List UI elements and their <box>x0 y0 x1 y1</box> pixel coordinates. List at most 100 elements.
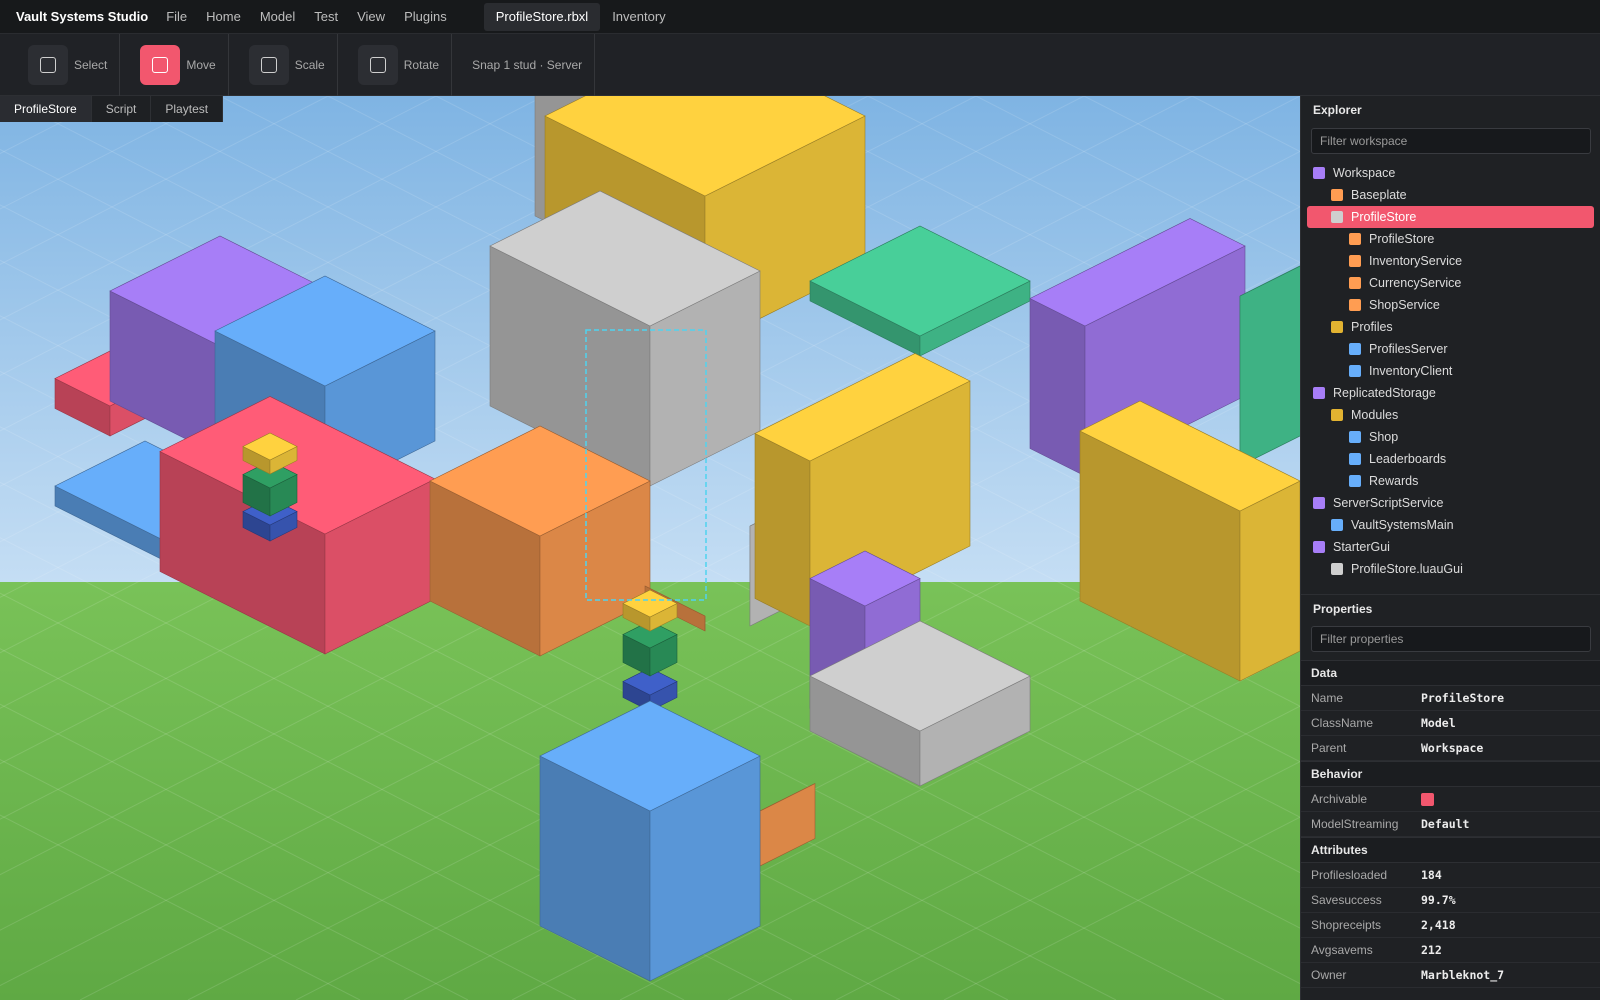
explorer-item[interactable]: Leaderboards <box>1307 448 1594 470</box>
explorer-item-label: ProfileStore.luauGui <box>1351 562 1463 576</box>
property-section-header[interactable]: Data <box>1301 660 1600 686</box>
scene-block[interactable] <box>539 700 761 982</box>
explorer-item-label: Modules <box>1351 408 1399 422</box>
property-row: Savesuccess 99.7% <box>1301 888 1600 913</box>
explorer-item[interactable]: ProfileStore <box>1307 206 1594 228</box>
property-value[interactable]: 212 <box>1421 943 1442 957</box>
properties-filter-input[interactable] <box>1311 626 1591 652</box>
property-section-header[interactable]: Attributes <box>1301 837 1600 863</box>
property-key: Parent <box>1311 741 1347 755</box>
explorer-item-label: Workspace <box>1333 166 1396 180</box>
square-icon <box>152 56 169 73</box>
explorer-item-label: StarterGui <box>1333 540 1390 554</box>
scale-tool-button[interactable] <box>248 44 289 85</box>
instance-icon <box>1331 519 1343 531</box>
property-row: Parent Workspace <box>1301 736 1600 761</box>
property-row: Avgsavems 212 <box>1301 938 1600 963</box>
explorer-item[interactable]: ReplicatedStorage <box>1307 382 1594 404</box>
explorer-item-label: ProfileStore <box>1351 210 1417 224</box>
tool-label: Scale <box>294 57 325 72</box>
tool-label: Rotate <box>403 57 440 72</box>
explorer-item[interactable]: Workspace <box>1307 162 1594 184</box>
archivable-checkbox[interactable] <box>1421 792 1434 806</box>
doc-tab-profilestore[interactable]: ProfileStore.rbxl <box>483 2 601 31</box>
instance-icon <box>1331 563 1343 575</box>
explorer-item-label: Leaderboards <box>1369 452 1447 466</box>
property-value[interactable]: 184 <box>1421 868 1442 882</box>
select-tool-button[interactable] <box>28 44 68 85</box>
move-tool-button[interactable] <box>140 44 181 85</box>
explorer-item-label: InventoryClient <box>1369 364 1453 378</box>
menu-view[interactable]: View <box>357 9 385 24</box>
explorer-item[interactable]: StarterGui <box>1307 536 1594 558</box>
instance-icon <box>1349 277 1361 289</box>
viewport[interactable]: ProfileStore Script Playtest <box>0 96 1300 1000</box>
explorer-item[interactable]: ShopService <box>1307 294 1594 316</box>
menu-model[interactable]: Model <box>260 9 295 24</box>
rotate-tool-button[interactable] <box>357 44 398 85</box>
property-key: ModelStreaming <box>1311 817 1399 831</box>
instance-icon <box>1331 211 1343 223</box>
tab-playtest[interactable]: Playtest <box>151 96 224 122</box>
menu-file[interactable]: File <box>166 9 187 24</box>
menu-home[interactable]: Home <box>206 9 241 24</box>
property-row: Owner Marbleknot_7 <box>1301 963 1600 988</box>
property-key: ClassName <box>1311 716 1374 730</box>
explorer-item-label: Shop <box>1369 430 1399 444</box>
property-key: Owner <box>1311 968 1347 982</box>
explorer-item-label: ProfileStore <box>1369 232 1435 246</box>
explorer-item[interactable]: InventoryService <box>1307 250 1594 272</box>
explorer-item[interactable]: ServerScriptService <box>1307 492 1594 514</box>
explorer-item-label: ReplicatedStorage <box>1333 386 1436 400</box>
property-section-header[interactable]: Behavior <box>1301 761 1600 787</box>
explorer-item[interactable]: ProfilesServer <box>1307 338 1594 360</box>
instance-icon <box>1313 541 1325 553</box>
property-value[interactable]: Marbleknot_7 <box>1421 968 1504 982</box>
instance-icon <box>1331 409 1343 421</box>
doc-tab-inventory[interactable]: Inventory <box>600 3 677 31</box>
right-panel: Explorer Workspace Baseplate ProfileStore P… <box>1300 96 1600 1000</box>
property-value[interactable]: 99.7% <box>1421 893 1456 907</box>
snap-status[interactable]: Snap 1 stud · Server <box>472 33 596 96</box>
explorer-item-label: ServerScriptService <box>1333 496 1444 510</box>
property-value[interactable]: 2,418 <box>1421 918 1456 932</box>
viewport-tabs: ProfileStore Script Playtest <box>0 96 224 122</box>
instance-icon <box>1331 189 1343 201</box>
explorer-item[interactable]: VaultSystemsMain <box>1307 514 1594 536</box>
explorer-item[interactable]: Baseplate <box>1307 184 1594 206</box>
explorer-item[interactable]: InventoryClient <box>1307 360 1594 382</box>
tool-scale[interactable]: Scale <box>248 33 338 96</box>
tab-script[interactable]: Script <box>92 96 152 122</box>
square-icon <box>260 56 277 73</box>
tool-label: Select <box>74 57 108 72</box>
menu-plugins[interactable]: Plugins <box>404 9 447 24</box>
tool-move[interactable]: Move <box>140 33 229 96</box>
explorer-item[interactable]: Profiles <box>1307 316 1594 338</box>
property-value[interactable]: Model <box>1421 716 1456 730</box>
explorer-item-label: Profiles <box>1351 320 1393 334</box>
explorer-filter-input[interactable] <box>1311 128 1591 154</box>
menu-test[interactable]: Test <box>314 9 338 24</box>
explorer-item[interactable]: Rewards <box>1307 470 1594 492</box>
tab-profilestore[interactable]: ProfileStore <box>0 96 92 122</box>
explorer-item[interactable]: Modules <box>1307 404 1594 426</box>
explorer-item[interactable]: CurrencyService <box>1307 272 1594 294</box>
instance-icon <box>1349 299 1361 311</box>
property-value[interactable]: Default <box>1421 817 1469 831</box>
explorer-title: Explorer <box>1313 103 1362 117</box>
explorer-tree: Workspace Baseplate ProfileStore ProfileSto… <box>1301 162 1600 594</box>
explorer-item-label: Rewards <box>1369 474 1419 488</box>
explorer-item[interactable]: Shop <box>1307 426 1594 448</box>
instance-icon <box>1349 343 1361 355</box>
property-row: Archivable <box>1301 787 1600 812</box>
tool-select[interactable]: Select <box>28 33 121 96</box>
explorer-item-label: InventoryService <box>1369 254 1463 268</box>
instance-icon <box>1313 497 1325 509</box>
property-value[interactable]: Workspace <box>1421 741 1483 755</box>
tool-rotate[interactable]: Rotate <box>357 33 453 96</box>
property-value[interactable]: ProfileStore <box>1421 691 1504 705</box>
explorer-item[interactable]: ProfileStore <box>1307 228 1594 250</box>
explorer-item[interactable]: ProfileStore.luauGui <box>1307 558 1594 580</box>
explorer-item-label: VaultSystemsMain <box>1351 518 1454 532</box>
scene-canvas[interactable] <box>0 96 1300 1000</box>
